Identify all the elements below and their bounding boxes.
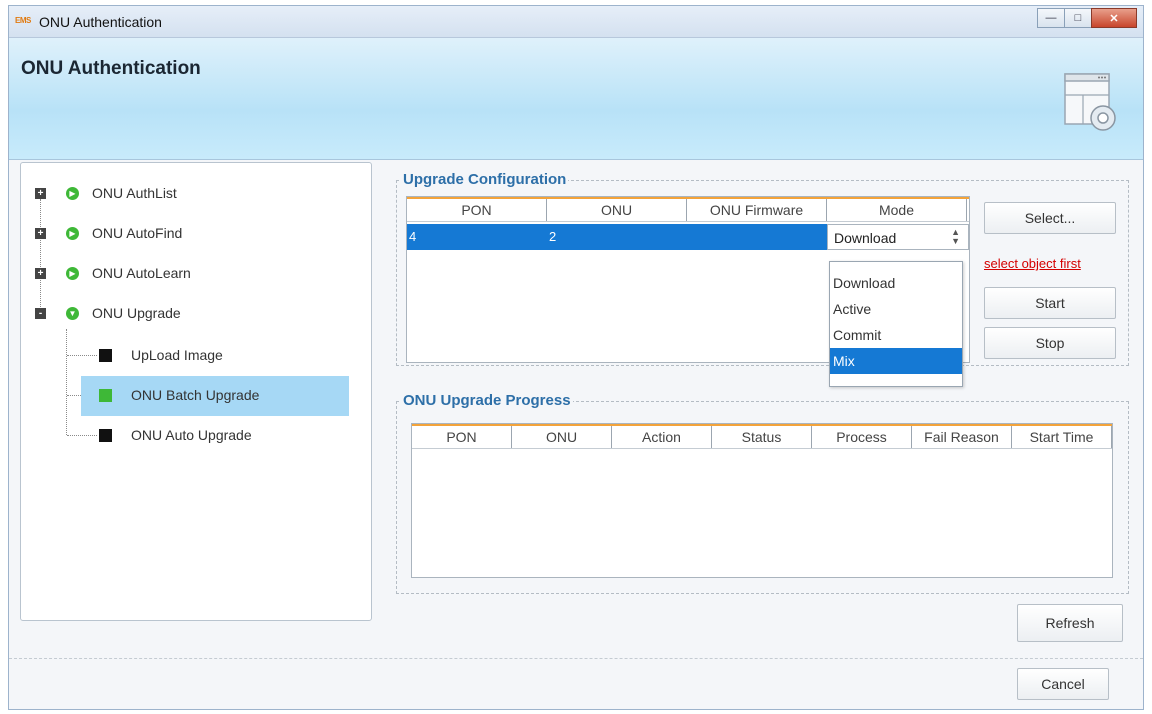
tree-connector xyxy=(67,435,97,436)
column-header-action[interactable]: Action xyxy=(612,426,712,448)
close-button[interactable]: ✕ xyxy=(1091,8,1137,28)
tree-item-onu-autofind[interactable]: + ▶ ONU AutoFind xyxy=(35,220,182,246)
tree-item-label: ONU AutoLearn xyxy=(92,265,191,281)
column-header-onu-firmware[interactable]: ONU Firmware xyxy=(687,199,827,221)
column-header-mode[interactable]: Mode xyxy=(827,199,967,221)
upgrade-progress-table: PON ONU Action Status Process Fail Reaso… xyxy=(411,423,1113,578)
tree-item-onu-batch-upgrade[interactable]: ONU Batch Upgrade xyxy=(99,382,259,408)
tree-item-label: ONU Auto Upgrade xyxy=(131,427,252,443)
cell-onu: 2 xyxy=(549,229,557,244)
start-button[interactable]: Start xyxy=(984,287,1116,319)
mode-option-download[interactable]: Download xyxy=(830,270,962,296)
tree-item-onu-auto-upgrade[interactable]: ONU Auto Upgrade xyxy=(99,422,252,448)
leaf-node-active-icon xyxy=(99,388,112,402)
upgrade-progress-title: ONU Upgrade Progress xyxy=(401,392,573,409)
tree-item-onu-authlist[interactable]: + ▶ ONU AuthList xyxy=(35,180,177,206)
tree-item-label: ONU AutoFind xyxy=(92,225,183,241)
play-status-icon: ▶ xyxy=(66,186,79,200)
column-header-status[interactable]: Status xyxy=(712,426,812,448)
column-header-start-time[interactable]: Start Time xyxy=(1012,426,1112,448)
table-header: PON ONU ONU Firmware Mode xyxy=(407,197,969,222)
onu-authentication-window: EMS ONU Authentication — □ ✕ ONU Authent… xyxy=(8,5,1144,710)
expanded-status-icon: ▼ xyxy=(66,306,79,320)
table-header: PON ONU Action Status Process Fail Reaso… xyxy=(412,424,1112,449)
app-logo-icon: EMS xyxy=(15,16,31,25)
refresh-button[interactable]: Refresh xyxy=(1017,604,1123,642)
minimize-icon: — xyxy=(1045,12,1057,24)
tree-item-onu-autolearn[interactable]: + ▶ ONU AutoLearn xyxy=(35,260,191,286)
tree-item-label: ONU Batch Upgrade xyxy=(131,387,260,403)
mode-dropdown-list: Download Active Commit Mix xyxy=(829,261,963,387)
minimize-button[interactable]: — xyxy=(1037,8,1065,28)
select-object-warning-link[interactable]: select object first xyxy=(984,256,1081,271)
navigation-tree: + ▶ ONU AuthList + ▶ ONU AutoFind + ▶ ON… xyxy=(20,162,372,621)
maximize-button[interactable]: □ xyxy=(1064,8,1092,28)
cell-pon: 4 xyxy=(409,229,417,244)
column-header-onu[interactable]: ONU xyxy=(547,199,687,221)
expand-icon[interactable]: + xyxy=(35,267,46,279)
mode-option-active[interactable]: Active xyxy=(830,296,962,322)
tree-connector xyxy=(66,329,67,435)
tree-item-upload-image[interactable]: UpLoad Image xyxy=(99,342,223,368)
collapse-icon[interactable]: - xyxy=(35,307,46,319)
play-status-icon: ▶ xyxy=(66,266,79,280)
page-title: ONU Authentication xyxy=(21,58,201,79)
header-banner: ONU Authentication xyxy=(9,38,1143,160)
tree-item-label: ONU Upgrade xyxy=(92,305,181,321)
column-header-process[interactable]: Process xyxy=(812,426,912,448)
maximize-icon: □ xyxy=(1074,12,1082,24)
title-bar: EMS ONU Authentication — □ ✕ xyxy=(9,6,1143,38)
stop-button[interactable]: Stop xyxy=(984,327,1116,359)
window-settings-icon xyxy=(1064,73,1116,131)
mode-option-mix[interactable]: Mix xyxy=(830,348,962,374)
select-button[interactable]: Select... xyxy=(984,202,1116,234)
window-controls: — □ ✕ xyxy=(1037,8,1137,28)
cancel-button[interactable]: Cancel xyxy=(1017,668,1109,700)
mode-option-commit[interactable]: Commit xyxy=(830,322,962,348)
close-icon: ✕ xyxy=(1109,12,1119,25)
mode-select[interactable]: Download ▲ ▼ xyxy=(827,224,969,250)
mode-select-value: Download xyxy=(834,230,897,246)
window-title: ONU Authentication xyxy=(39,14,162,30)
column-header-onu[interactable]: ONU xyxy=(512,426,612,448)
spinner-arrows-icon[interactable]: ▲ ▼ xyxy=(951,228,960,246)
tree-connector xyxy=(40,199,41,315)
play-status-icon: ▶ xyxy=(66,226,79,240)
column-header-pon[interactable]: PON xyxy=(412,426,512,448)
column-header-fail-reason[interactable]: Fail Reason xyxy=(912,426,1012,448)
expand-icon[interactable]: + xyxy=(35,187,46,199)
column-header-pon[interactable]: PON xyxy=(407,199,547,221)
tree-item-label: UpLoad Image xyxy=(131,347,223,363)
expand-icon[interactable]: + xyxy=(35,227,46,239)
tree-item-label: ONU AuthList xyxy=(92,185,177,201)
footer-separator xyxy=(9,658,1143,659)
table-row-selected[interactable]: 4 2 xyxy=(407,224,827,250)
leaf-node-icon xyxy=(99,348,112,362)
tree-connector xyxy=(67,355,97,356)
tree-item-onu-upgrade[interactable]: - ▼ ONU Upgrade xyxy=(35,300,181,326)
leaf-node-icon xyxy=(99,428,112,442)
upgrade-configuration-title: Upgrade Configuration xyxy=(401,171,569,188)
